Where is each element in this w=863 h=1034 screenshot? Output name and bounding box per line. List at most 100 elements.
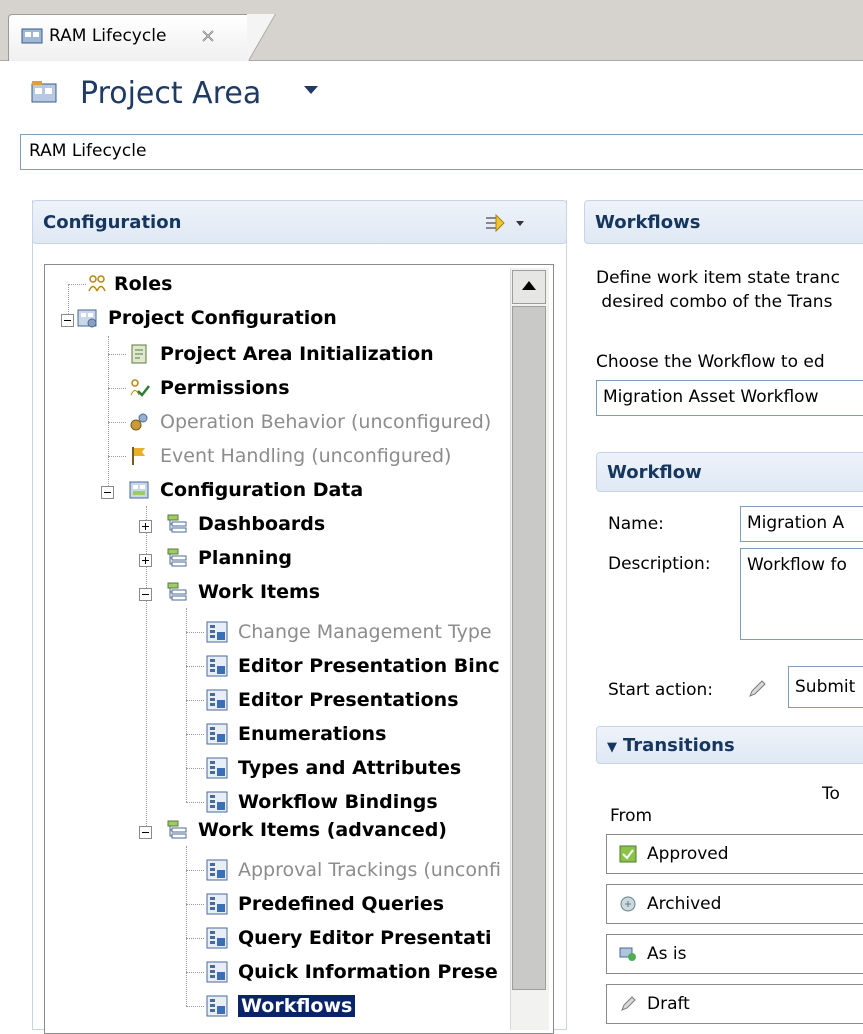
collapse-toggle[interactable] <box>61 314 74 327</box>
tree-item[interactable]: Roles <box>86 268 506 300</box>
configuration-title: Configuration <box>43 212 182 233</box>
tree-item-selected[interactable]: Workflows <box>206 990 508 1022</box>
tree-line <box>108 388 126 389</box>
tree-line <box>186 768 204 769</box>
permissions-icon <box>130 379 150 397</box>
tree-item[interactable]: Query Editor Presentati <box>206 922 508 954</box>
chevron-down-icon[interactable] <box>304 86 318 94</box>
state-label: As is <box>647 944 687 964</box>
tree-line <box>186 972 204 973</box>
event-handling-icon <box>132 447 145 465</box>
tree-item[interactable]: Approval Trackings (unconfi <box>206 854 508 886</box>
tree-item[interactable]: Types and Attributes <box>206 752 508 784</box>
config-category-icon <box>167 548 187 567</box>
config-data-icon <box>129 481 149 499</box>
tree-line <box>68 284 86 285</box>
tree-item-label: Query Editor Presentati <box>238 927 492 949</box>
tree-item[interactable]: Dashboards <box>166 508 506 540</box>
project-name-field[interactable]: RAM Lifecycle <box>20 134 863 170</box>
tree-item-label: Workflows <box>238 995 356 1017</box>
tree-line <box>186 700 204 701</box>
workflow-select[interactable]: Migration Asset Workflow <box>596 380 863 416</box>
workflow-description-textarea[interactable]: Workflow fo <box>740 548 863 640</box>
config-element-icon <box>206 757 228 779</box>
config-element-icon <box>206 893 228 915</box>
tree-item-label: Enumerations <box>238 723 387 745</box>
as-is-icon <box>619 947 636 961</box>
tree-item-label: Editor Presentation Binc <box>238 655 500 677</box>
state-label: Archived <box>647 894 722 914</box>
config-element-icon <box>206 995 228 1017</box>
config-category-icon <box>167 582 187 601</box>
collapse-toggle[interactable] <box>139 826 152 839</box>
close-x-icon[interactable] <box>201 29 215 43</box>
tree-line <box>186 1006 204 1007</box>
tree-line <box>108 456 126 457</box>
tree-line <box>186 870 204 871</box>
to-column-label: To <box>822 784 840 804</box>
workflows-description: Define work item state tranc <box>596 268 840 288</box>
tree-item-label: Operation Behavior (unconfigured) <box>160 411 492 433</box>
tree-item-label: Change Management Type <box>238 621 492 643</box>
tree-item[interactable]: Predefined Queries <box>206 888 508 920</box>
tree-item[interactable]: Quick Information Prese <box>206 956 508 988</box>
tree-item-label: Editor Presentations <box>238 689 459 711</box>
workflow-section-header: Workflow <box>596 452 863 492</box>
config-category-icon <box>167 820 187 839</box>
pencil-icon[interactable] <box>746 678 768 700</box>
collapse-toggle[interactable] <box>139 588 152 601</box>
choose-workflow-label: Choose the Workflow to ed <box>596 352 825 372</box>
tree-line <box>186 666 204 667</box>
from-column-label: From <box>610 806 653 826</box>
scroll-thumb[interactable] <box>512 306 546 990</box>
tree-item-label: Permissions <box>160 377 290 399</box>
state-row[interactable]: Archived <box>606 884 863 924</box>
workflows-header: Workflows <box>584 200 863 244</box>
tree-item[interactable]: Event Handling (unconfigured) <box>128 440 508 472</box>
tree-item-label: Configuration Data <box>160 479 364 501</box>
tree-item[interactable]: Work Items <box>166 576 506 608</box>
workflow-name-input[interactable]: Migration A <box>740 506 863 542</box>
expand-toggle[interactable] <box>139 520 152 533</box>
tree-item-label: Dashboards <box>198 513 326 535</box>
config-element-icon <box>206 927 228 949</box>
tree-item[interactable]: Operation Behavior (unconfigured) <box>128 406 508 438</box>
tree-item-label: Types and Attributes <box>238 757 462 779</box>
config-element-icon <box>206 723 228 745</box>
tree-item-label: Approval Trackings (unconfi <box>238 859 501 881</box>
initialization-icon <box>131 344 147 364</box>
transitions-header[interactable]: ▼ Transitions <box>596 726 863 764</box>
tree-item-label: Predefined Queries <box>238 893 445 915</box>
expand-toggle[interactable] <box>139 554 152 567</box>
tree-line <box>186 938 204 939</box>
tree-line <box>108 336 109 492</box>
tree-item[interactable]: Planning <box>166 542 506 574</box>
tree-item[interactable]: Change Management Type <box>206 616 508 648</box>
editor-tab[interactable]: RAM Lifecycle <box>8 14 250 61</box>
tree-item-label: Quick Information Prese <box>238 961 498 983</box>
start-action-label: Start action: <box>608 680 713 700</box>
tree-item-label: Workflow Bindings <box>238 791 438 813</box>
filter-menu-icon[interactable] <box>482 212 526 234</box>
name-label: Name: <box>608 514 664 534</box>
approved-icon <box>619 845 637 863</box>
tree-item-label: Planning <box>198 547 292 569</box>
tree-item[interactable]: Editor Presentations <box>206 684 508 716</box>
tree-item[interactable]: Project Area Initialization <box>128 338 508 370</box>
collapse-toggle[interactable] <box>101 486 114 499</box>
start-action-select[interactable]: Submit <box>788 666 863 708</box>
tree-item[interactable]: Project Configuration <box>76 302 506 334</box>
tree-line <box>186 802 204 803</box>
workflows-title: Workflows <box>595 212 701 233</box>
project-area-icon <box>21 28 43 44</box>
config-category-icon <box>167 514 187 533</box>
state-row[interactable]: As is <box>606 934 863 974</box>
state-row[interactable]: Approved <box>606 834 863 874</box>
config-element-icon <box>206 655 228 677</box>
tree-item[interactable]: Enumerations <box>206 718 508 750</box>
tree-item[interactable]: Permissions <box>128 372 508 404</box>
tree-item[interactable]: Editor Presentation Binc <box>206 650 508 682</box>
tree-item[interactable]: Configuration Data <box>128 474 508 506</box>
tree-item[interactable]: Work Items (advanced) <box>166 814 506 846</box>
state-row[interactable]: Draft <box>606 984 863 1024</box>
